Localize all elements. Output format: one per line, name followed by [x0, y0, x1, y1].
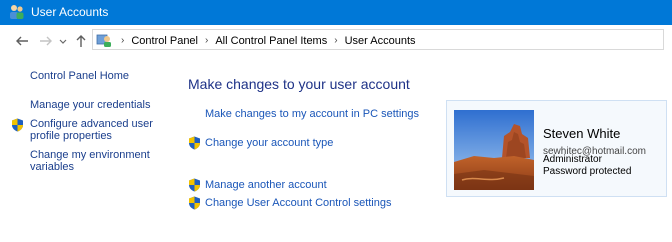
- breadcrumb-item-all-items[interactable]: All Control Panel Items: [215, 35, 327, 47]
- chevron-right-icon: ›: [334, 35, 338, 46]
- pc-settings-link[interactable]: Make changes to my account in PC setting…: [205, 108, 419, 120]
- forward-arrow-icon[interactable]: [38, 33, 54, 49]
- password-status: Password protected: [543, 166, 632, 177]
- manage-another-account-link[interactable]: Manage another account: [205, 179, 327, 191]
- sidebar-item-advanced-line-2[interactable]: profile properties: [30, 130, 112, 143]
- address-bar[interactable]: › Control Panel › All Control Panel Item…: [92, 29, 664, 50]
- user-role: Administrator: [543, 154, 602, 165]
- chevron-right-icon: ›: [205, 35, 209, 46]
- control-panel-icon: [96, 34, 111, 47]
- shield-icon: [189, 136, 200, 150]
- shield-icon: [12, 118, 23, 132]
- uac-settings-link[interactable]: Change User Account Control settings: [205, 197, 392, 209]
- user-name: Steven White: [543, 126, 621, 141]
- sidebar-item-home[interactable]: Control Panel Home: [30, 70, 129, 83]
- breadcrumb: › Control Panel › All Control Panel Item…: [114, 30, 416, 51]
- up-arrow-icon[interactable]: [73, 33, 89, 49]
- page-title: Make changes to your user account: [188, 76, 410, 92]
- back-arrow-icon[interactable]: [14, 33, 30, 49]
- chevron-right-icon: ›: [121, 35, 125, 46]
- breadcrumb-item-user-accounts[interactable]: User Accounts: [345, 35, 416, 47]
- shield-icon: [189, 178, 200, 192]
- users-icon: [10, 5, 24, 19]
- shield-icon: [189, 196, 200, 210]
- user-account-card: Steven White sewhitec@hotmail.com Admini…: [446, 100, 667, 197]
- title-bar: User Accounts: [0, 0, 672, 25]
- breadcrumb-item-control-panel[interactable]: Control Panel: [131, 35, 198, 47]
- dropdown-icon[interactable]: [58, 33, 68, 49]
- change-account-type-link[interactable]: Change your account type: [205, 137, 333, 149]
- sidebar-item-environment-line-2[interactable]: variables: [30, 161, 74, 174]
- sidebar-item-credentials[interactable]: Manage your credentials: [30, 99, 150, 112]
- window-title: User Accounts: [31, 5, 109, 19]
- avatar: [454, 110, 534, 190]
